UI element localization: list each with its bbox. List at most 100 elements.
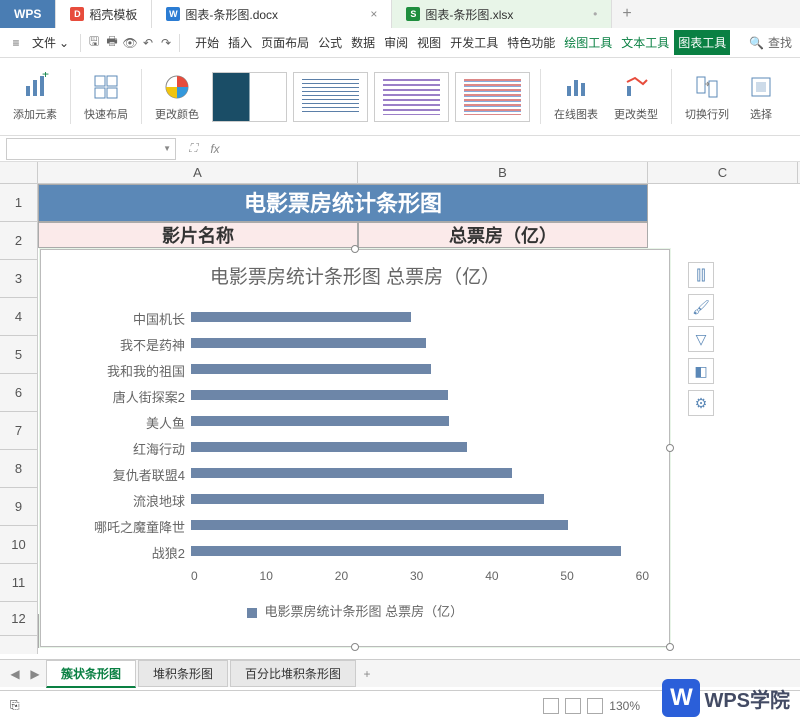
swap-rowcol-button[interactable]: 切换行列 [682,71,732,122]
chart-settings-button[interactable]: ⚙ [688,390,714,416]
sheet-add-button[interactable]: + [358,667,376,681]
chart-bar[interactable]: 中国机长 [191,312,411,322]
chart-plot-area[interactable]: 中国机长我不是药神我和我的祖国唐人街探案2 美人鱼红海行动复仇者联盟4 流浪地球哪吒… [191,303,649,563]
chart-bar[interactable]: 红海行动 [191,442,467,452]
tab-draw-tools[interactable]: 绘图工具 [560,30,616,55]
xlsx-tab[interactable]: S 图表-条形图.xlsx • [392,0,612,28]
chart-bar[interactable]: 复仇者联盟4 [191,468,512,478]
word-icon: W [166,7,180,21]
online-chart-button[interactable]: 在线图表 [551,71,601,122]
chart-bar[interactable]: 我不是药神 [191,338,426,348]
view-normal-icon[interactable] [543,698,559,714]
view-page-icon[interactable] [565,698,581,714]
template-tab[interactable]: D 稻壳模板 [56,0,152,28]
chart-style-thumb-1[interactable] [212,72,287,122]
chart-legend[interactable]: 电影票房统计条形图 总票房（亿） [41,589,669,620]
expand-icon[interactable]: ⛶ [182,141,204,156]
chart-style-thumb-3[interactable] [374,72,449,122]
select-all-corner[interactable] [0,162,38,183]
tab-review[interactable]: 审阅 [380,30,412,55]
col-header-b[interactable]: B [358,162,648,183]
tab-text-tools[interactable]: 文本工具 [617,30,673,55]
tab-devtools[interactable]: 开发工具 [446,30,502,55]
add-tab-button[interactable]: + [612,0,641,28]
undo-icon[interactable]: ↶ [140,35,156,51]
quick-layout-button[interactable]: 快速布局 [81,71,131,122]
chart-style-thumb-2[interactable] [293,72,368,122]
row-header[interactable]: 6 [0,374,37,412]
tab-special[interactable]: 特色功能 [503,30,559,55]
chart-fill-button[interactable]: ◧ [688,358,714,384]
chevron-down-icon: ⌄ [59,36,69,50]
view-break-icon[interactable] [587,698,603,714]
row-header[interactable]: 8 [0,450,37,488]
tab-page-layout[interactable]: 页面布局 [257,30,313,55]
col-header-a[interactable]: A [38,162,358,183]
row-header[interactable]: 11 [0,564,37,602]
name-box[interactable] [6,138,176,160]
row-header[interactable]: 4 [0,298,37,336]
change-color-button[interactable]: 更改颜色 [152,71,202,122]
sheet-nav-prev[interactable]: ◀ [6,667,24,681]
tab-insert[interactable]: 插入 [224,30,256,55]
select-button[interactable]: 选择 [742,71,780,122]
chart-elements-button[interactable]: ⫿⫿ [688,262,714,288]
header-cell-a[interactable]: 影片名称 [38,222,358,248]
tab-start[interactable]: 开始 [191,30,223,55]
row-header[interactable]: 7 [0,412,37,450]
row-header[interactable]: 3 [0,260,37,298]
resize-handle-bottom[interactable] [351,643,359,651]
chart-bar[interactable]: 哪吒之魔童降世 [191,520,568,530]
chart-bar[interactable]: 流浪地球 [191,494,544,504]
resize-handle-top[interactable] [351,245,359,253]
x-tick-label: 20 [335,569,348,589]
print-icon[interactable]: 🖶 [104,35,120,51]
sheet-nav-next[interactable]: ▶ [26,667,44,681]
tab-chart-tools[interactable]: 图表工具 [674,30,730,55]
redo-icon[interactable]: ↷ [158,35,174,51]
title-cell[interactable]: 电影票房统计条形图 [38,184,648,222]
search-box[interactable]: 🔍 查找 [749,34,792,51]
row-header[interactable]: 5 [0,336,37,374]
tab-formula[interactable]: 公式 [314,30,346,55]
file-menu[interactable]: 文件 ⌄ [26,34,75,51]
sheet-tab-clustered[interactable]: 簇状条形图 [46,660,136,688]
dot-icon: • [593,7,597,21]
zoom-level[interactable]: 130% [609,699,640,713]
resize-handle-right[interactable] [666,444,674,452]
close-icon[interactable]: × [370,7,377,21]
tab-view[interactable]: 视图 [413,30,445,55]
header-cell-b[interactable]: 总票房（亿） [358,222,648,248]
chart-object[interactable]: 电影票房统计条形图 总票房（亿） 中国机长我不是药神我和我的祖国唐人街探案2 美人… [40,249,670,647]
chart-title[interactable]: 电影票房统计条形图 总票房（亿） [41,250,669,297]
fx-icon[interactable]: fx [204,142,226,156]
chart-style-thumb-4[interactable] [455,72,530,122]
row-header[interactable]: 12 [0,602,37,636]
chart-bar[interactable]: 美人鱼 [191,416,449,426]
row-header[interactable]: 9 [0,488,37,526]
chart-filter-button[interactable]: ▽ [688,326,714,352]
sheet-tab-stacked[interactable]: 堆积条形图 [138,660,228,687]
chart-bar-label: 美人鱼 [146,413,191,432]
row-header[interactable]: 10 [0,526,37,564]
swap-rowcol-icon [691,71,723,103]
tab-data[interactable]: 数据 [347,30,379,55]
col-header-c[interactable]: C [648,162,798,183]
preview-icon[interactable]: 👁 [122,35,138,51]
save-icon[interactable]: 🖫 [86,35,102,51]
wps-brand-tab[interactable]: WPS [0,0,56,28]
docx-tab[interactable]: W 图表-条形图.docx × [152,0,392,28]
sheet-tab-percent-stacked[interactable]: 百分比堆积条形图 [230,660,356,687]
row-header[interactable]: 2 [0,222,37,260]
x-tick-label: 30 [410,569,423,589]
chart-style-button[interactable]: 🖌 [688,294,714,320]
chart-bar[interactable]: 战狼2 [191,546,621,556]
quick-layout-label: 快速布局 [84,106,128,122]
chart-bar[interactable]: 我和我的祖国 [191,364,431,374]
add-element-button[interactable]: + 添加元素 [10,71,60,122]
chart-bar[interactable]: 唐人街探案2 [191,390,448,400]
change-type-button[interactable]: 更改类型 [611,71,661,122]
resize-handle-bottom-right[interactable] [666,643,674,651]
hamburger-icon[interactable]: ≡ [8,35,24,51]
row-header[interactable]: 1 [0,184,37,222]
